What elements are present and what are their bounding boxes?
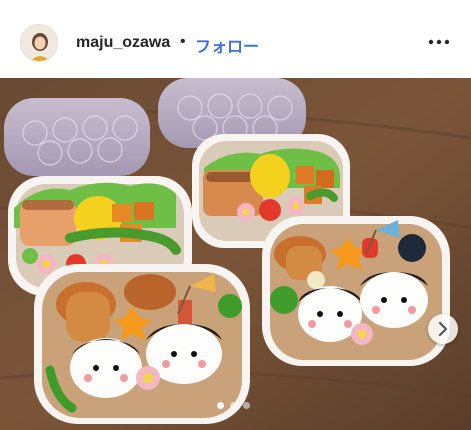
- separator-dot: •: [180, 33, 186, 50]
- follow-button[interactable]: フォロー: [195, 33, 259, 57]
- post-photo[interactable]: [0, 78, 471, 430]
- chevron-right-icon: [438, 321, 448, 337]
- bento-photo: [0, 78, 471, 430]
- carousel-dot-1: [217, 402, 224, 409]
- more-options-icon: [428, 39, 450, 45]
- carousel-indicator: [217, 402, 257, 412]
- more-options-button[interactable]: [424, 30, 454, 54]
- username[interactable]: maju_ozawa: [76, 34, 170, 52]
- post-header: maju_ozawa • フォロー: [0, 0, 471, 78]
- carousel-dot-3: [243, 402, 250, 409]
- avatar-image: [21, 25, 57, 61]
- carousel-dot-2: [230, 402, 237, 409]
- avatar[interactable]: [20, 24, 58, 62]
- carousel-next-button[interactable]: [428, 314, 458, 344]
